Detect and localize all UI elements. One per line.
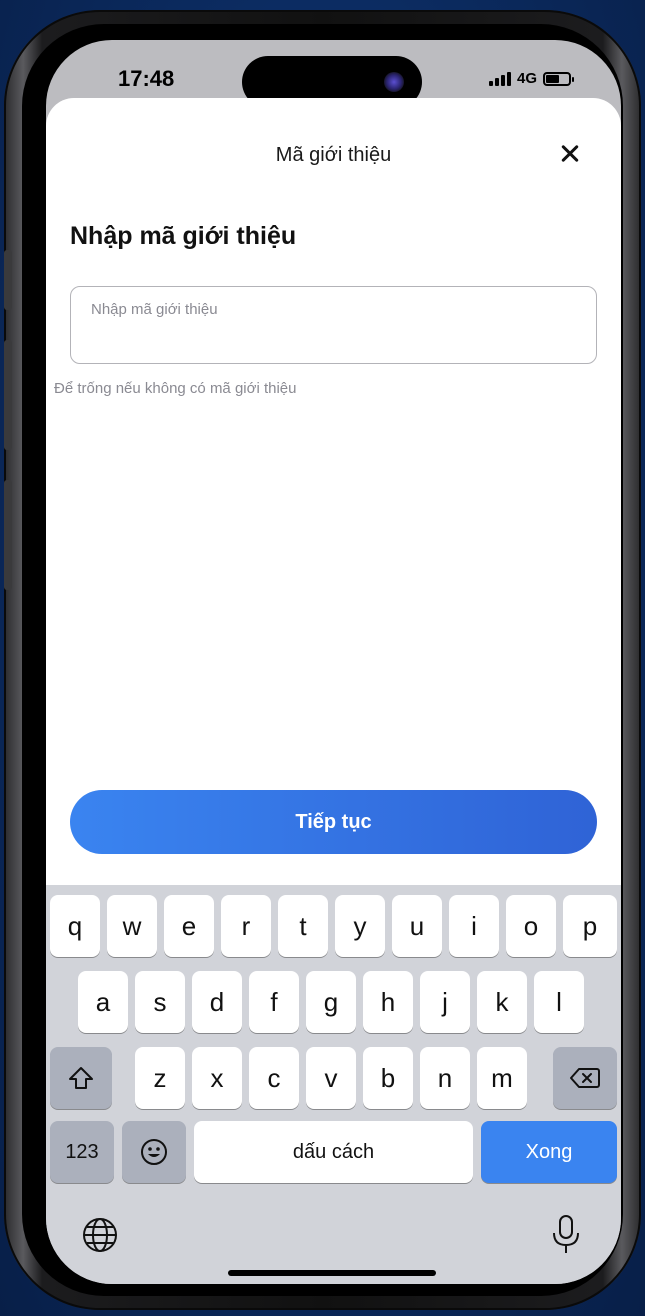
battery-icon — [543, 71, 574, 86]
key-j[interactable]: j — [420, 971, 470, 1033]
referral-sheet: Mã giới thiệu Nhập mã giới thiệu Để trốn… — [46, 98, 621, 918]
key-r[interactable]: r — [221, 895, 271, 957]
home-indicator — [228, 1270, 436, 1276]
key-u[interactable]: u — [392, 895, 442, 957]
key-f[interactable]: f — [249, 971, 299, 1033]
key-n[interactable]: n — [420, 1047, 470, 1109]
backspace-key[interactable] — [553, 1047, 617, 1109]
key-e[interactable]: e — [164, 895, 214, 957]
volume-up-button — [4, 340, 12, 450]
key-p[interactable]: p — [563, 895, 617, 957]
done-key[interactable]: Xong — [481, 1121, 617, 1183]
key-q[interactable]: q — [50, 895, 100, 957]
numbers-key[interactable]: 123 — [50, 1121, 114, 1183]
key-v[interactable]: v — [306, 1047, 356, 1109]
page-heading: Nhập mã giới thiệu — [70, 222, 297, 250]
key-y[interactable]: y — [335, 895, 385, 957]
microphone-icon[interactable] — [548, 1213, 584, 1257]
screen: 17:48 4G Mã giới thiệu Nhập mã giới thiệ… — [46, 40, 621, 1284]
space-key[interactable]: dấu cách — [194, 1121, 473, 1183]
backspace-icon — [570, 1068, 600, 1088]
key-o[interactable]: o — [506, 895, 556, 957]
key-k[interactable]: k — [477, 971, 527, 1033]
key-z[interactable]: z — [135, 1047, 185, 1109]
keyboard: q w e r t y u i o p a s d f g h j k l z … — [46, 885, 621, 1284]
hint-text: Để trống nếu không có mã giới thiệu — [54, 380, 297, 397]
camera-icon — [384, 72, 404, 92]
shift-icon — [69, 1067, 93, 1089]
key-i[interactable]: i — [449, 895, 499, 957]
action-button — [4, 250, 12, 310]
shift-key[interactable] — [50, 1047, 112, 1109]
key-d[interactable]: d — [192, 971, 242, 1033]
referral-code-input[interactable] — [91, 301, 576, 318]
key-m[interactable]: m — [477, 1047, 527, 1109]
key-g[interactable]: g — [306, 971, 356, 1033]
emoji-icon — [141, 1139, 167, 1165]
status-time: 17:48 — [118, 66, 175, 91]
key-c[interactable]: c — [249, 1047, 299, 1109]
key-x[interactable]: x — [192, 1047, 242, 1109]
key-a[interactable]: a — [78, 971, 128, 1033]
key-h[interactable]: h — [363, 971, 413, 1033]
emoji-key[interactable] — [122, 1121, 186, 1183]
referral-code-field[interactable] — [70, 286, 597, 364]
continue-button[interactable]: Tiếp tục — [70, 790, 597, 854]
key-s[interactable]: s — [135, 971, 185, 1033]
key-l[interactable]: l — [534, 971, 584, 1033]
signal-icon — [488, 71, 511, 86]
status-icons: 4G — [488, 70, 574, 87]
network-label: 4G — [516, 70, 537, 87]
globe-icon[interactable] — [80, 1215, 120, 1255]
key-w[interactable]: w — [107, 895, 157, 957]
key-t[interactable]: t — [278, 895, 328, 957]
key-b[interactable]: b — [363, 1047, 413, 1109]
close-icon[interactable] — [553, 136, 589, 172]
volume-down-button — [4, 480, 12, 590]
sheet-title: Mã giới thiệu — [275, 144, 392, 166]
